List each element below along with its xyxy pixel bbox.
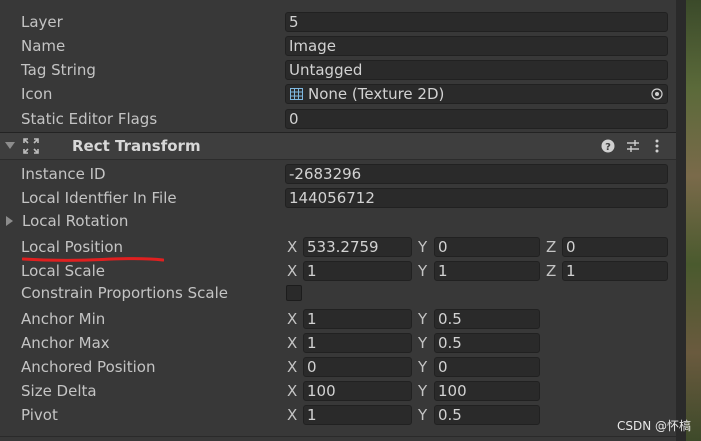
pivot-x-label: X [287, 406, 298, 424]
constrain-checkbox[interactable] [286, 285, 302, 301]
name-field[interactable]: Image [285, 36, 668, 56]
local-identifier-label: Local Identfier In File [21, 189, 177, 207]
anchor-max-x-label: X [287, 334, 298, 352]
object-picker-icon[interactable] [651, 88, 663, 100]
anchored-position-x-field[interactable]: 0 [303, 357, 412, 377]
icon-value: None (Texture 2D) [308, 85, 445, 103]
expand-arrow-icon[interactable] [6, 216, 14, 226]
texture-icon [290, 88, 303, 100]
panel-edge [676, 0, 686, 441]
position-y-field[interactable]: 0 [434, 237, 540, 257]
local-rotation-row[interactable]: Local Rotation [0, 209, 676, 233]
local-rotation-label: Local Rotation [22, 212, 129, 230]
icon-row: Icon None (Texture 2D) [0, 82, 676, 106]
static-editor-flags-label: Static Editor Flags [21, 110, 158, 128]
position-x-field[interactable]: 533.2759 [303, 237, 412, 257]
anchor-max-y-label: Y [418, 334, 428, 352]
scale-z-field[interactable]: 1 [562, 261, 668, 281]
position-z-field[interactable]: 0 [562, 237, 668, 257]
icon-label: Icon [21, 85, 53, 103]
component-title: Rect Transform [72, 137, 201, 155]
anchor-min-y-label: Y [418, 310, 428, 328]
pivot-row: Pivot X 1 Y 0.5 [0, 403, 676, 427]
local-scale-label: Local Scale [21, 262, 106, 280]
anchor-max-y-field[interactable]: 0.5 [434, 333, 540, 353]
constrain-row: Constrain Proportions Scale [0, 281, 676, 305]
local-scale-row: Local Scale X 1 Y 1 Z 1 [0, 259, 676, 283]
size-delta-x-field[interactable]: 100 [303, 381, 412, 401]
size-delta-y-field[interactable]: 100 [434, 381, 540, 401]
static-editor-flags-row: Static Editor Flags 0 [0, 107, 676, 131]
scale-x-field[interactable]: 1 [303, 261, 412, 281]
scale-y-field[interactable]: 1 [434, 261, 540, 281]
static-editor-flags-field[interactable]: 0 [285, 109, 668, 129]
position-z-label: Z [546, 238, 557, 256]
more-icon[interactable] [655, 139, 659, 153]
red-underline-annotation [22, 257, 164, 262]
scale-z-label: Z [546, 262, 557, 280]
local-identifier-field[interactable]: 144056712 [285, 188, 668, 208]
watermark-text: CSDN @怀槁 [617, 419, 692, 433]
help-icon[interactable]: ? [601, 139, 615, 153]
anchored-position-y-field[interactable]: 0 [434, 357, 540, 377]
local-position-label: Local Position [21, 238, 124, 256]
anchored-position-x-label: X [287, 358, 298, 376]
rect-transform-header[interactable]: Rect Transform ? [0, 132, 676, 160]
scene-view-background [686, 0, 701, 441]
position-y-label: Y [418, 238, 428, 256]
tag-string-label: Tag String [21, 61, 96, 79]
pivot-y-label: Y [418, 406, 428, 424]
anchor-max-x-field[interactable]: 1 [303, 333, 412, 353]
layer-label: Layer [21, 13, 63, 31]
size-delta-y-label: Y [418, 382, 428, 400]
instance-id-label: Instance ID [21, 165, 106, 183]
anchor-max-row: Anchor Max X 1 Y 0.5 [0, 331, 676, 355]
size-delta-row: Size Delta X 100 Y 100 [0, 379, 676, 403]
anchor-min-y-field[interactable]: 0.5 [434, 309, 540, 329]
name-label: Name [21, 37, 66, 55]
anchor-min-x-label: X [287, 310, 298, 328]
anchor-min-label: Anchor Min [21, 310, 106, 328]
collapse-arrow-icon[interactable] [5, 142, 15, 150]
anchor-max-label: Anchor Max [21, 334, 110, 352]
local-identifier-row: Local Identfier In File 144056712 [0, 186, 676, 210]
anchored-position-label: Anchored Position [21, 358, 156, 376]
size-delta-label: Size Delta [21, 382, 97, 400]
position-x-label: X [287, 238, 298, 256]
anchor-min-x-field[interactable]: 1 [303, 309, 412, 329]
instance-id-row: Instance ID -2683296 [0, 162, 676, 186]
pivot-y-field[interactable]: 0.5 [434, 405, 540, 425]
pivot-x-field[interactable]: 1 [303, 405, 412, 425]
divider [0, 436, 676, 437]
pivot-label: Pivot [21, 406, 58, 424]
tag-string-row: Tag String Untagged [0, 58, 676, 82]
inspector-panel: Layer 5 Name Image Tag String Untagged I… [0, 0, 676, 441]
icon-object-field[interactable]: None (Texture 2D) [285, 84, 668, 104]
layer-field[interactable]: 5 [285, 12, 668, 32]
tag-string-field[interactable]: Untagged [285, 60, 668, 80]
instance-id-field[interactable]: -2683296 [285, 164, 668, 184]
preset-icon[interactable] [626, 139, 640, 153]
scale-y-label: Y [418, 262, 428, 280]
scale-x-label: X [287, 262, 298, 280]
svg-text:?: ? [605, 142, 611, 153]
size-delta-x-label: X [287, 382, 298, 400]
rect-transform-icon [23, 138, 39, 154]
name-row: Name Image [0, 34, 676, 58]
constrain-label: Constrain Proportions Scale [21, 284, 228, 302]
layer-row: Layer 5 [0, 10, 676, 34]
anchored-position-y-label: Y [418, 358, 428, 376]
anchor-min-row: Anchor Min X 1 Y 0.5 [0, 307, 676, 331]
anchored-position-row: Anchored Position X 0 Y 0 [0, 355, 676, 379]
